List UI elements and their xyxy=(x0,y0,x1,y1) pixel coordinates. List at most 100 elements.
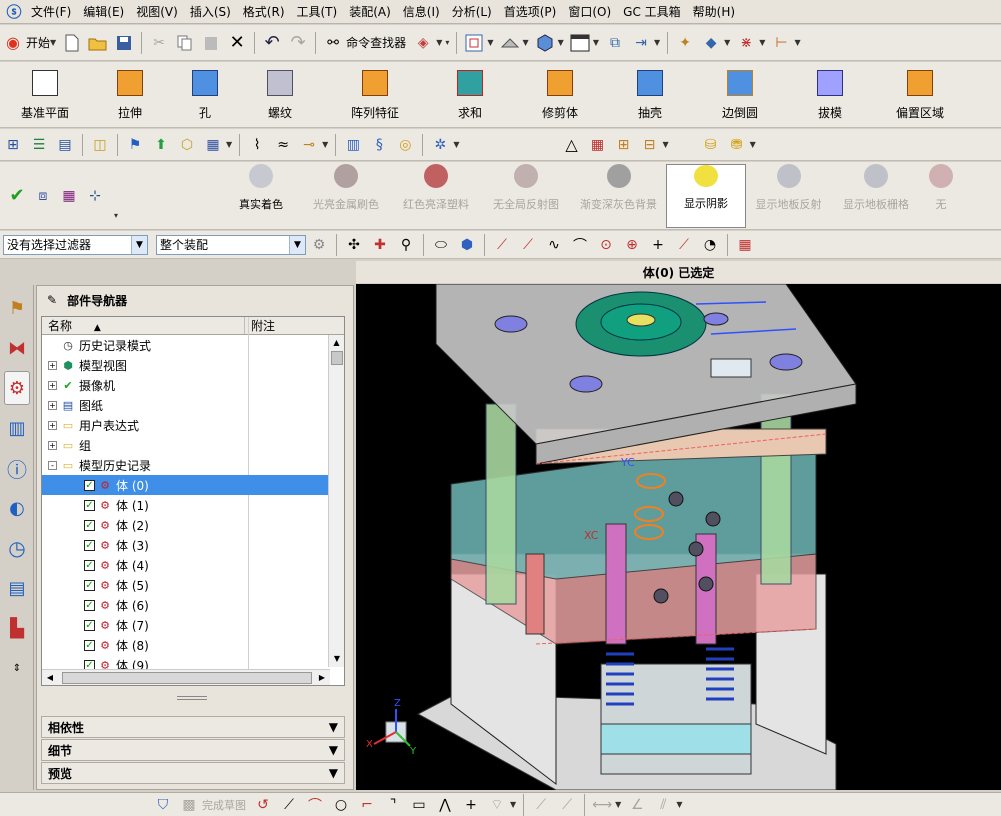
save-icon[interactable] xyxy=(113,32,135,54)
visibility-checkbox[interactable]: ✓ xyxy=(84,559,95,571)
selection-scope-select[interactable]: 整个装配 ▼ xyxy=(156,234,306,255)
global-reflection-button[interactable]: 无全局反射图 xyxy=(481,163,571,228)
scroll-down-icon[interactable]: ▼ xyxy=(329,651,344,667)
coins-icon[interactable]: ⛁ xyxy=(700,134,722,156)
vertical-scrollbar[interactable]: ▲ ▼ xyxy=(328,335,344,667)
dimension-icon[interactable]: ⟷ xyxy=(591,794,613,816)
splitter-handle[interactable] xyxy=(177,696,207,700)
shell-button[interactable]: 抽壳 xyxy=(610,63,690,127)
axis-icon[interactable]: ⊹ xyxy=(84,185,106,207)
profile-icon[interactable]: ↺ xyxy=(252,794,274,816)
floor-reflection-button[interactable]: 显示地板反射 xyxy=(746,163,831,228)
delete-icon[interactable]: ✕ xyxy=(226,32,248,54)
menu-item[interactable]: 分析(L) xyxy=(446,0,498,24)
tree-node[interactable]: + ▭ 组 xyxy=(42,435,344,455)
spring-icon[interactable]: § xyxy=(368,134,390,156)
selection-tools-icon[interactable]: ◈ xyxy=(412,32,434,54)
triangle-icon[interactable]: △ xyxy=(560,134,582,156)
view-direction-icon[interactable]: ◆ xyxy=(700,32,722,54)
chamfer-icon[interactable]: ⌝ xyxy=(382,794,404,816)
column-header-note[interactable]: 附注 xyxy=(244,317,344,334)
rectangle-icon[interactable]: ▭ xyxy=(408,794,430,816)
trim-icon[interactable]: ⟋ xyxy=(530,794,552,816)
sweep-icon[interactable]: ≈ xyxy=(272,134,294,156)
constraint-navigator-icon[interactable]: ⧓ xyxy=(4,331,30,365)
column-header-name[interactable]: 名称 ▲ xyxy=(42,317,244,334)
check-icon[interactable]: ✔ xyxy=(6,185,28,207)
copy-icon[interactable] xyxy=(174,32,196,54)
tangent-icon[interactable]: ⟋ xyxy=(673,234,695,256)
visibility-checkbox[interactable]: ✓ xyxy=(84,519,95,531)
constraint-2-icon[interactable]: ⫽ xyxy=(652,794,674,816)
menu-item[interactable]: 格式(R) xyxy=(237,0,291,24)
undo-icon[interactable]: ↶ xyxy=(261,32,283,54)
menu-item[interactable]: 装配(A) xyxy=(343,0,397,24)
point-on-face-icon[interactable]: ◔ xyxy=(699,234,721,256)
expand-icon[interactable]: + xyxy=(48,440,57,450)
wcs-icon[interactable]: ⋇ xyxy=(735,32,757,54)
new-file-icon[interactable] xyxy=(61,32,83,54)
expand-icon[interactable]: + xyxy=(48,420,57,430)
graphics-viewport[interactable]: YC XC Z X Y xyxy=(356,284,1001,790)
chevron-down-icon[interactable]: ▼ xyxy=(131,235,147,254)
move-component-icon[interactable]: ⬡ xyxy=(176,134,198,156)
dropdown-icon[interactable]: ▼ xyxy=(523,38,529,47)
select-body-icon[interactable]: ⬢ xyxy=(456,234,478,256)
dropdown-icon[interactable]: ▼ xyxy=(593,38,599,47)
gradient-background-button[interactable]: 渐变深灰色背景 xyxy=(571,163,666,228)
sketch-icon[interactable]: ⛉ xyxy=(152,794,174,816)
show-shadow-button[interactable]: 显示阴影 xyxy=(666,163,747,228)
menu-item[interactable]: 信息(I) xyxy=(397,0,446,24)
tree-node[interactable]: ◷ 历史记录模式 xyxy=(42,335,344,355)
roles-icon[interactable]: ▙ xyxy=(4,611,30,645)
expand-icon[interactable]: + xyxy=(48,380,57,390)
scroll-right-icon[interactable]: ▶ xyxy=(314,670,330,685)
tree-node[interactable]: + ▤ 图纸 xyxy=(42,395,344,415)
point-icon[interactable]: + xyxy=(460,794,482,816)
visibility-checkbox[interactable]: ✓ xyxy=(84,639,95,651)
dropdown-icon[interactable]: ▼ xyxy=(226,140,232,149)
pattern-feature-button[interactable]: 阵列特征 xyxy=(320,63,430,127)
selection-filter-select[interactable]: 没有选择过滤器 ▼ xyxy=(3,234,148,255)
paste-icon[interactable] xyxy=(200,32,222,54)
snap-endpoint-icon[interactable]: ⚲ xyxy=(395,234,417,256)
menu-item[interactable]: 视图(V) xyxy=(130,0,184,24)
snap-point-icon[interactable]: ✣ xyxy=(343,234,365,256)
frame-icon[interactable]: ⊟ xyxy=(638,134,660,156)
menu-item[interactable]: GC 工具箱 xyxy=(617,0,687,24)
extrude-button[interactable]: 拉伸 xyxy=(90,63,170,127)
process-studio-icon[interactable]: ▤ xyxy=(4,571,30,605)
polygon-icon[interactable]: ⋀ xyxy=(434,794,456,816)
visibility-checkbox[interactable]: ✓ xyxy=(84,619,95,631)
snap-midpoint-icon[interactable]: ✚ xyxy=(369,234,391,256)
measure-icon[interactable]: ⊢ xyxy=(770,32,792,54)
curve-icon[interactable]: ⌇ xyxy=(246,134,268,156)
table-row[interactable]: ✓ ⚙ 体 (6) xyxy=(42,595,344,615)
dropdown-icon[interactable]: ▼ xyxy=(794,38,800,47)
menu-item[interactable]: 首选项(P) xyxy=(498,0,563,24)
gear-icon[interactable]: ✲ xyxy=(429,134,451,156)
tree-node[interactable]: + ✔ 摄像机 xyxy=(42,375,344,395)
hole-button[interactable]: 孔 xyxy=(170,63,240,127)
horizontal-scrollbar[interactable]: ◀ ▶ xyxy=(42,669,330,685)
text-component-icon[interactable]: ▦ xyxy=(202,134,224,156)
command-finder-button[interactable]: 命令查找器 xyxy=(346,34,406,51)
scroll-thumb[interactable] xyxy=(331,351,343,365)
curve-edit-icon[interactable]: ⊸ xyxy=(298,134,320,156)
realistic-shading-button[interactable]: 真实着色 xyxy=(221,163,301,228)
scroll-left-icon[interactable]: ◀ xyxy=(42,670,58,685)
arc-icon[interactable]: ⌒ xyxy=(569,234,591,256)
preview-section[interactable]: 预览 ▼ xyxy=(41,762,345,784)
expand-icon[interactable]: + xyxy=(48,400,57,410)
visibility-checkbox[interactable]: ✓ xyxy=(84,499,95,511)
orient-view-icon[interactable] xyxy=(499,32,521,54)
tree-node[interactable]: + ▭ 用户表达式 xyxy=(42,415,344,435)
spline-icon[interactable]: ⌔ xyxy=(486,794,508,816)
fit-view-icon[interactable] xyxy=(463,32,485,54)
table-row[interactable]: ✓ ⚙ 体 (3) xyxy=(42,535,344,555)
dropdown-icon[interactable]: ▼ xyxy=(759,38,765,47)
clip-view-icon[interactable]: ⇥ xyxy=(630,32,652,54)
table-row[interactable]: ✓ ⚙ 体 (5) xyxy=(42,575,344,595)
layer-settings-icon[interactable]: ▤ xyxy=(54,134,76,156)
dropdown-icon[interactable]: ▼ xyxy=(436,38,442,47)
